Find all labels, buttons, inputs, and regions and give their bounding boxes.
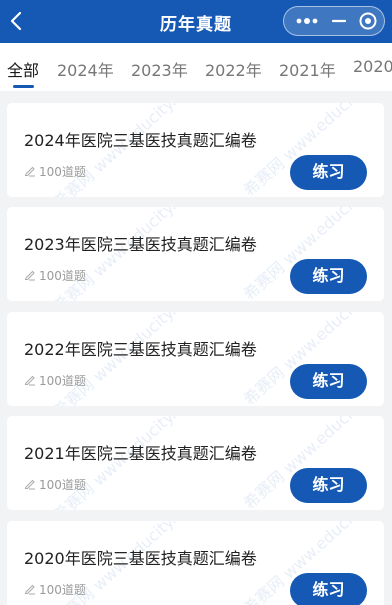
question-count: 100道题 bbox=[39, 269, 86, 283]
practice-button[interactable]: 练习 bbox=[290, 468, 367, 503]
exam-title: 2022年医院三基医技真题汇编卷 bbox=[24, 340, 257, 359]
pencil-icon bbox=[24, 375, 35, 386]
exam-title: 2020年医院三基医技真题汇编卷 bbox=[24, 549, 257, 568]
miniprogram-capsule bbox=[283, 6, 385, 36]
exam-title: 2023年医院三基医技真题汇编卷 bbox=[24, 235, 257, 254]
exam-title: 2024年医院三基医技真题汇编卷 bbox=[24, 131, 257, 150]
question-count: 100道题 bbox=[39, 374, 86, 388]
exam-card[interactable]: 希赛网 www.educity.cn 希赛网 www.educity.cn 20… bbox=[7, 312, 384, 406]
navbar: 历年真题 bbox=[0, 0, 392, 43]
pencil-icon bbox=[24, 584, 35, 595]
practice-button[interactable]: 练习 bbox=[290, 259, 367, 294]
tab-2020[interactable]: 2020 bbox=[353, 57, 392, 76]
pencil-icon bbox=[24, 479, 35, 490]
tab-all[interactable]: 全部 bbox=[7, 57, 39, 81]
pencil-icon bbox=[24, 166, 35, 177]
practice-button[interactable]: 练习 bbox=[290, 364, 367, 399]
exam-card[interactable]: 希赛网 www.educity.cn 希赛网 www.educity.cn 20… bbox=[7, 103, 384, 197]
pencil-icon bbox=[24, 270, 35, 281]
exam-card[interactable]: 希赛网 www.educity.cn 希赛网 www.educity.cn 20… bbox=[7, 207, 384, 301]
exam-card[interactable]: 希赛网 www.educity.cn 希赛网 www.educity.cn 20… bbox=[7, 416, 384, 510]
practice-button[interactable]: 练习 bbox=[290, 573, 367, 605]
exam-title: 2021年医院三基医技真题汇编卷 bbox=[24, 444, 257, 463]
exam-card[interactable]: 希赛网 www.educity.cn 希赛网 www.educity.cn 20… bbox=[7, 521, 384, 605]
tab-2022[interactable]: 2022年 bbox=[205, 57, 262, 81]
practice-button[interactable]: 练习 bbox=[290, 155, 367, 190]
active-tab-indicator bbox=[13, 85, 34, 88]
question-count: 100道题 bbox=[39, 165, 86, 179]
question-count: 100道题 bbox=[39, 478, 86, 492]
exam-list: 希赛网 www.educity.cn 希赛网 www.educity.cn 20… bbox=[0, 91, 392, 605]
minimize-icon[interactable] bbox=[328, 7, 350, 35]
tab-2021[interactable]: 2021年 bbox=[279, 57, 336, 81]
tab-2023[interactable]: 2023年 bbox=[131, 57, 188, 81]
tab-2024[interactable]: 2024年 bbox=[57, 57, 114, 81]
year-tabs: 全部 2024年 2023年 2022年 2021年 2020 bbox=[0, 43, 392, 91]
question-count: 100道题 bbox=[39, 583, 86, 597]
target-close-icon[interactable] bbox=[356, 7, 380, 35]
more-dots-icon[interactable] bbox=[294, 7, 320, 35]
